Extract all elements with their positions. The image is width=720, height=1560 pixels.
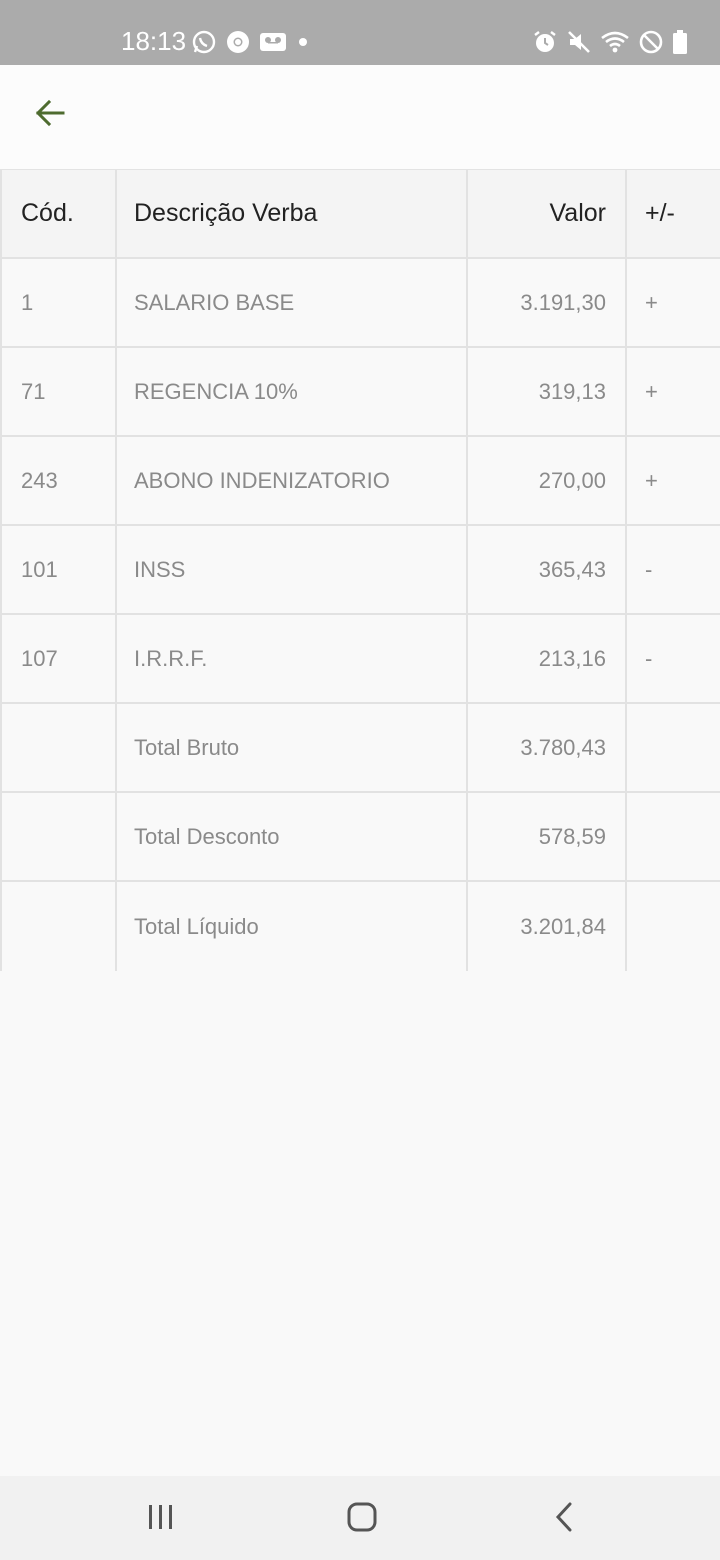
row-description: ABONO INDENIZATORIO — [117, 437, 468, 524]
row-code: 107 — [0, 615, 117, 702]
row-sign — [627, 882, 720, 971]
home-icon — [346, 1501, 378, 1538]
row-description: Total Líquido — [117, 882, 468, 971]
row-code — [0, 704, 117, 791]
table-row-total-net: Total Líquido 3.201,84 — [0, 882, 720, 971]
table-row: 1 SALARIO BASE 3.191,30 + — [0, 259, 720, 348]
mute-icon — [566, 29, 592, 55]
status-bar: 18:13 — [0, 0, 720, 65]
navigation-bar — [0, 1476, 720, 1560]
payroll-table: Cód. Descrição Verba Valor +/- 1 SALARIO… — [0, 170, 720, 971]
whatsapp-icon — [191, 29, 217, 55]
header-value: Valor — [468, 170, 627, 257]
table-row: 243 ABONO INDENIZATORIO 270,00 + — [0, 437, 720, 526]
row-sign: - — [645, 556, 653, 582]
table-header-row: Cód. Descrição Verba Valor +/- — [0, 170, 720, 259]
row-value: 578,59 — [468, 793, 627, 880]
row-code: 243 — [0, 437, 117, 524]
row-description: I.R.R.F. — [117, 615, 468, 702]
row-value: 3.191,30 — [468, 259, 627, 346]
row-description: Total Desconto — [117, 793, 468, 880]
row-sign: + — [645, 378, 658, 404]
header-sign: +/- — [645, 199, 675, 227]
row-sign — [627, 793, 720, 880]
voicemail-icon — [259, 30, 287, 54]
table-row-total-discount: Total Desconto 578,59 — [0, 793, 720, 882]
battery-icon — [672, 29, 688, 55]
wifi-icon — [600, 29, 630, 55]
arrow-left-icon — [33, 96, 67, 135]
header-description: Descrição Verba — [117, 170, 468, 257]
header-code: Cód. — [0, 170, 117, 257]
row-sign: + — [645, 289, 658, 315]
row-code — [0, 882, 117, 971]
home-button[interactable] — [332, 1494, 392, 1544]
recent-apps-button[interactable] — [131, 1494, 191, 1544]
alarm-icon — [532, 29, 558, 55]
app-bar — [0, 65, 720, 170]
status-time: 18:13 — [121, 26, 187, 56]
chrome-icon — [225, 29, 251, 55]
row-description: INSS — [117, 526, 468, 613]
row-description: REGENCIA 10% — [117, 348, 468, 435]
back-nav-icon — [552, 1501, 576, 1538]
table-row: 101 INSS 365,43 - — [0, 526, 720, 615]
recent-apps-icon — [146, 1503, 176, 1536]
back-nav-button[interactable] — [534, 1494, 594, 1544]
status-left-icons — [191, 28, 311, 56]
row-description: SALARIO BASE — [117, 259, 468, 346]
row-value: 365,43 — [468, 526, 627, 613]
do-not-disturb-icon — [638, 29, 664, 55]
row-code — [0, 793, 117, 880]
table-row: 71 REGENCIA 10% 319,13 + — [0, 348, 720, 437]
row-code: 71 — [0, 348, 117, 435]
status-right-icons — [532, 28, 688, 56]
row-sign — [627, 704, 720, 791]
dot-icon — [295, 34, 311, 50]
row-sign: - — [645, 645, 653, 671]
row-code: 101 — [0, 526, 117, 613]
row-value: 319,13 — [468, 348, 627, 435]
row-value: 213,16 — [468, 615, 627, 702]
row-description: Total Bruto — [117, 704, 468, 791]
row-value: 3.201,84 — [468, 882, 627, 971]
table-row: 107 I.R.R.F. 213,16 - — [0, 615, 720, 704]
table-row-total-gross: Total Bruto 3.780,43 — [0, 704, 720, 793]
row-code: 1 — [0, 259, 117, 346]
row-value: 270,00 — [468, 437, 627, 524]
row-sign: + — [645, 467, 658, 493]
row-value: 3.780,43 — [468, 704, 627, 791]
back-button[interactable] — [22, 87, 78, 143]
